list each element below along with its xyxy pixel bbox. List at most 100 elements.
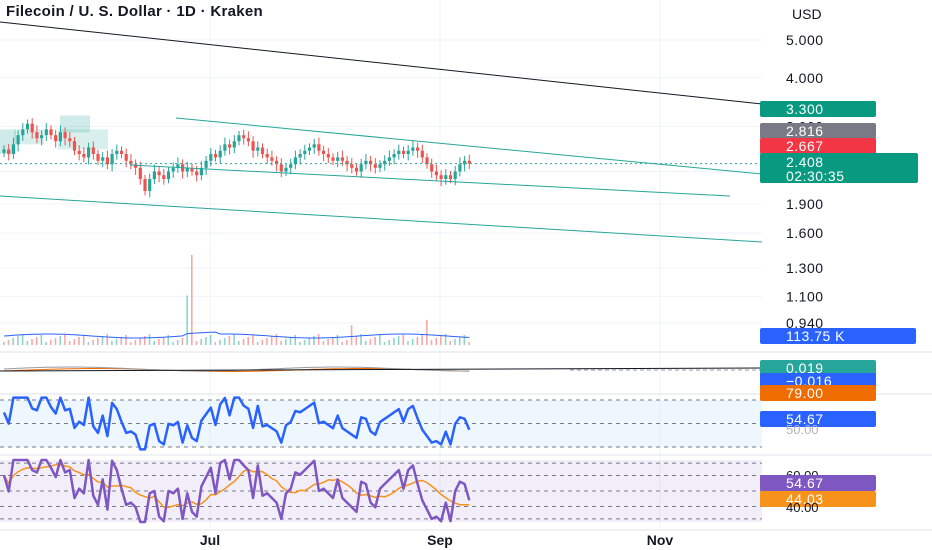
volume-bar: [50, 340, 52, 345]
volume-bar: [285, 339, 287, 345]
candle-body: [213, 154, 218, 158]
price-tick-label: 1.100: [786, 288, 824, 304]
candle-body: [312, 144, 316, 148]
candle-body: [148, 179, 152, 191]
price-tick-label: 5.000: [786, 32, 824, 48]
channel-mid-line: [129, 164, 731, 197]
volume-bar: [129, 342, 132, 345]
volume-bar: [346, 340, 348, 345]
volume-bar: [233, 334, 235, 345]
candle-body: [434, 171, 438, 176]
volume-bar: [78, 337, 80, 345]
volume-bar: [421, 335, 423, 345]
volume-bar: [158, 339, 160, 345]
candle-body: [378, 164, 382, 168]
candle-body: [322, 150, 326, 155]
volume-bar: [336, 335, 339, 345]
candle-body: [331, 157, 335, 161]
candle-body: [138, 167, 142, 180]
candle-body: [444, 175, 448, 180]
candle-body: [49, 129, 53, 136]
volume-bar: [17, 336, 19, 345]
volume-bar: [407, 341, 409, 345]
volume-bar: [176, 340, 179, 345]
candle-body: [439, 175, 443, 180]
candle-body: [72, 141, 77, 151]
volume-ma-line: [3, 331, 470, 339]
rsi-level-label: 50.00: [786, 422, 819, 437]
candle-body: [58, 132, 62, 142]
candle-body: [162, 175, 166, 180]
price-tick-label: 1.300: [786, 260, 824, 276]
volume-bar: [87, 342, 90, 345]
volume-bar: [322, 341, 325, 345]
volume-bar: [172, 342, 174, 345]
volume-bar: [82, 335, 85, 345]
volume-bar: [364, 341, 367, 345]
candle-body: [350, 164, 354, 168]
x-tick-label: Nov: [647, 532, 674, 548]
candle-body: [237, 135, 241, 142]
volume-bar: [54, 338, 57, 345]
volume-bar: [68, 341, 71, 345]
candle-body: [77, 150, 81, 155]
volume-bar: [308, 338, 311, 345]
channel-lower-line: [0, 195, 763, 243]
volume-bar: [252, 335, 254, 345]
candle-body: [218, 150, 222, 158]
candle-body: [392, 154, 396, 158]
volume-bar: [303, 340, 306, 345]
candle-body: [406, 150, 410, 155]
candle-body: [260, 147, 265, 155]
candle-body: [21, 129, 25, 136]
candle-body: [270, 157, 274, 161]
currency-label: USD: [792, 6, 822, 22]
volume-bar: [31, 339, 33, 345]
volume-bar: [458, 337, 461, 345]
volume-bar: [350, 325, 353, 345]
volume-bar: [317, 334, 320, 345]
volume-bar: [45, 342, 47, 345]
volume-bar: [7, 340, 10, 345]
volume-bar: [266, 338, 268, 345]
price-tick-label: 1.600: [786, 225, 824, 241]
volume-bar: [35, 337, 38, 345]
price-badge-3300: 3.300: [786, 101, 824, 117]
volume-bar: [388, 340, 390, 345]
volume-bar: [449, 341, 452, 345]
candle-body: [87, 147, 91, 158]
candle-body: [256, 147, 260, 151]
candle-body: [340, 157, 344, 161]
candle-body: [96, 154, 100, 161]
volume-bar: [261, 340, 264, 345]
candle-body: [11, 144, 15, 155]
volume-bar: [402, 334, 405, 345]
volume-bar: [186, 295, 188, 345]
volume-bar: [228, 336, 231, 345]
volume-bar: [374, 337, 376, 345]
stoch-level-label-40: 40.00: [786, 500, 819, 515]
candle-body: [232, 141, 236, 148]
stoch-k-badge: 54.67: [786, 475, 824, 491]
x-tick-label: Sep: [427, 532, 453, 548]
price-badge-2667: 2.667: [786, 138, 824, 154]
candle-body: [416, 147, 420, 151]
candle-body: [326, 154, 330, 158]
candle-body: [209, 154, 213, 161]
candle-body: [157, 171, 161, 176]
chart-canvas[interactable]: USD5.0004.0003.0002.3001.9001.6001.3001.…: [0, 0, 932, 550]
candle-body: [289, 164, 293, 168]
candle-body: [279, 164, 283, 172]
volume-bar: [289, 337, 292, 345]
volume-bar: [430, 340, 433, 345]
volume-bar: [148, 334, 151, 345]
volume-bar: [181, 338, 184, 345]
price-tick-label: 4.000: [786, 70, 824, 86]
volume-bar: [299, 342, 301, 345]
volume-bar: [313, 336, 315, 345]
volume-bar: [416, 337, 419, 345]
volume-bar: [383, 342, 386, 345]
candle-body: [35, 132, 39, 139]
candle-body: [411, 147, 415, 151]
volume-bar: [40, 335, 43, 345]
